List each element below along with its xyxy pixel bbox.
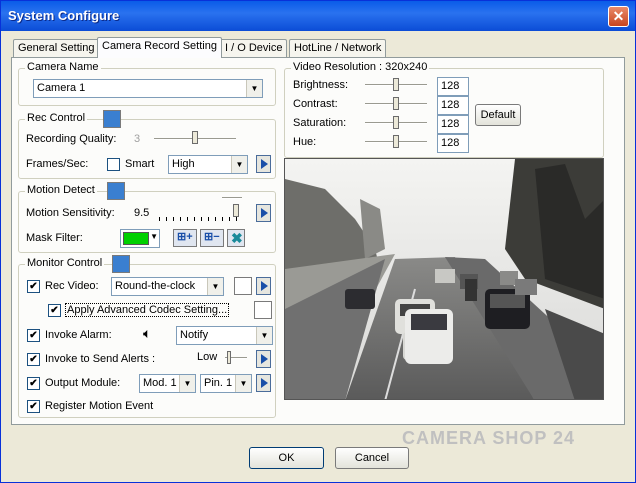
monitor-control-settings-icon[interactable]: [112, 255, 130, 273]
send-alerts-label: Invoke to Send Alerts :: [45, 353, 156, 365]
output-module-label: Output Module:: [45, 377, 121, 389]
schedule-icon[interactable]: [234, 277, 252, 295]
chevron-down-icon: ▼: [235, 375, 251, 392]
hue-thumb[interactable]: [393, 135, 399, 148]
rec-video-apply-button[interactable]: [256, 277, 271, 295]
alerts-level-thumb[interactable]: [227, 351, 231, 364]
street-scene-image: [285, 159, 603, 399]
chevron-down-icon: ▼: [256, 327, 272, 344]
pin-value: Pin. 1: [204, 377, 233, 389]
brightness-label: Brightness:: [293, 79, 349, 91]
smart-label: Smart: [125, 158, 155, 170]
window-title: System Configure: [8, 8, 120, 23]
tab-panel: Camera Name Camera 1 ▼ Rec Control Recor…: [11, 57, 625, 448]
rec-video-checkbox[interactable]: ✔: [27, 280, 40, 293]
contrast-label: Contrast:: [293, 98, 338, 110]
tab-io-device[interactable]: I / O Device: [220, 39, 288, 57]
camera-name-legend: Camera Name: [25, 61, 101, 73]
watermark: CAMERA SHOP 24: [402, 428, 576, 448]
hue-input[interactable]: 128: [437, 134, 469, 153]
register-motion-label: Register Motion Event: [45, 400, 154, 412]
motion-detect-settings-icon[interactable]: [107, 182, 125, 200]
brightness-input[interactable]: 128: [437, 77, 469, 96]
output-apply-button[interactable]: [256, 374, 271, 392]
motion-detect-group: Motion Detect Motion Sensitivity: 9.5 Ma…: [18, 182, 276, 253]
register-motion-checkbox[interactable]: ✔: [27, 400, 40, 413]
monitor-control-legend: Monitor Control: [25, 257, 105, 269]
saturation-label: Saturation:: [293, 117, 347, 129]
system-configure-window: System Configure ✕ General Setting Camer…: [0, 0, 636, 483]
title-bar[interactable]: System Configure ✕: [1, 1, 635, 31]
close-icon: ✕: [612, 8, 625, 24]
motion-sensitivity-value: 9.5: [134, 207, 150, 219]
contrast-input[interactable]: 128: [437, 96, 469, 115]
saturation-input[interactable]: 128: [437, 115, 469, 134]
chevron-down-icon: ▼: [150, 232, 158, 241]
motion-sensitivity-label: Motion Sensitivity:: [26, 207, 115, 219]
alerts-level-label: Low: [197, 351, 218, 363]
recording-quality-label: Recording Quality:: [26, 133, 117, 145]
cancel-button[interactable]: Cancel: [335, 447, 409, 469]
brightness-thumb[interactable]: [393, 78, 399, 91]
sensitivity-apply-button[interactable]: [256, 204, 271, 222]
remove-mask-icon[interactable]: ⊞−: [200, 229, 224, 247]
recording-quality-thumb[interactable]: [192, 131, 198, 144]
output-module-checkbox[interactable]: ✔: [27, 377, 40, 390]
chevron-down-icon: ▼: [231, 156, 247, 173]
video-preview: [284, 158, 604, 400]
fps-label: Frames/Sec:: [26, 158, 89, 170]
alarm-value: Notify: [180, 329, 209, 341]
invoke-alarm-checkbox[interactable]: ✔: [27, 329, 40, 342]
tab-general-setting[interactable]: General Setting: [13, 39, 100, 57]
smart-checkbox[interactable]: [107, 158, 120, 171]
advanced-codec-label[interactable]: Apply Advanced Codec Setting...: [65, 303, 230, 317]
video-resolution-group: Video Resolution : 320x240 Brightness: 1…: [284, 61, 604, 158]
add-mask-icon[interactable]: ⊞+: [173, 229, 197, 247]
module-value: Mod. 1: [143, 377, 177, 389]
invoke-alarm-label: Invoke Alarm:: [45, 329, 112, 341]
monitor-control-group: Monitor Control ✔ Rec Video: Round-the-c…: [18, 255, 276, 418]
motion-detect-legend: Motion Detect: [25, 184, 97, 196]
rec-video-label: Rec Video:: [45, 280, 99, 292]
fps-value: High: [172, 158, 195, 170]
recording-quality-value: 3: [134, 133, 141, 145]
fps-select[interactable]: High ▼: [168, 155, 248, 174]
chevron-down-icon: ▼: [207, 278, 223, 295]
mask-color-swatch: [123, 232, 149, 245]
tab-camera-record-setting[interactable]: Camera Record Setting: [97, 37, 222, 58]
send-alerts-checkbox[interactable]: ✔: [27, 353, 40, 366]
close-button[interactable]: ✕: [608, 6, 629, 27]
alerts-apply-button[interactable]: [256, 350, 271, 368]
clear-mask-icon[interactable]: ✖: [227, 229, 245, 247]
rec-video-value: Round-the-clock: [115, 280, 196, 292]
motion-sensitivity-thumb[interactable]: [233, 204, 239, 217]
camera-name-group: Camera Name Camera 1 ▼: [18, 61, 276, 106]
module-select[interactable]: Mod. 1 ▼: [139, 374, 196, 393]
motion-sensitivity-slider[interactable]: [222, 197, 242, 199]
contrast-thumb[interactable]: [393, 97, 399, 110]
mask-color-picker[interactable]: ▼: [120, 229, 160, 248]
saturation-thumb[interactable]: [393, 116, 399, 129]
hue-label: Hue:: [293, 136, 317, 148]
default-button[interactable]: Default: [475, 104, 521, 126]
video-resolution-legend: Video Resolution : 320x240: [291, 61, 430, 73]
tab-hotline-network[interactable]: HotLine / Network: [289, 39, 387, 57]
advanced-codec-checkbox[interactable]: ✔: [48, 304, 61, 317]
camera-name-value: Camera 1: [37, 82, 86, 94]
camera-name-select[interactable]: Camera 1 ▼: [33, 79, 263, 98]
motion-sensitivity-ticks: [159, 217, 243, 221]
ok-button[interactable]: OK: [249, 447, 324, 469]
rec-control-group: Rec Control Recording Quality: 3 Frames/…: [18, 110, 276, 179]
fps-apply-button[interactable]: [256, 155, 271, 173]
speaker-icon[interactable]: 🔈︎: [143, 325, 151, 342]
rec-control-settings-icon[interactable]: [103, 110, 121, 128]
chevron-down-icon: ▼: [179, 375, 195, 392]
rec-control-legend: Rec Control: [25, 112, 88, 124]
pin-select[interactable]: Pin. 1 ▼: [200, 374, 252, 393]
mask-filter-label: Mask Filter:: [26, 232, 83, 244]
chevron-down-icon: ▼: [246, 80, 262, 97]
alarm-select[interactable]: Notify ▼: [176, 326, 273, 345]
rec-video-select[interactable]: Round-the-clock ▼: [111, 277, 224, 296]
codec-settings-icon[interactable]: [254, 301, 272, 319]
